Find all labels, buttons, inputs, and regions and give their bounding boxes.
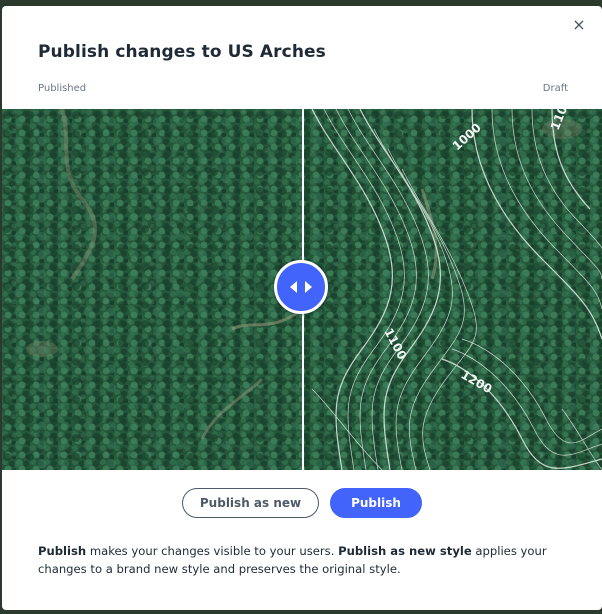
publish-button[interactable]: Publish — [330, 488, 422, 518]
publish-dialog: × Publish changes to US Arches Published… — [2, 6, 602, 610]
draft-label: Draft — [542, 83, 568, 94]
published-label: Published — [38, 83, 87, 94]
publish-as-new-button[interactable]: Publish as new — [182, 488, 319, 518]
desc-publish-bold: Publish — [38, 544, 87, 558]
compare-slider-handle[interactable] — [274, 260, 328, 314]
close-icon[interactable]: × — [570, 16, 588, 34]
left-right-arrows-icon — [290, 281, 312, 293]
publish-description: Publish makes your changes visible to yo… — [38, 542, 568, 578]
desc-text-1: makes your changes visible to your users… — [86, 544, 339, 558]
desc-publish-new-bold: Publish as new style — [338, 544, 472, 558]
dialog-title: Publish changes to US Arches — [38, 42, 326, 62]
